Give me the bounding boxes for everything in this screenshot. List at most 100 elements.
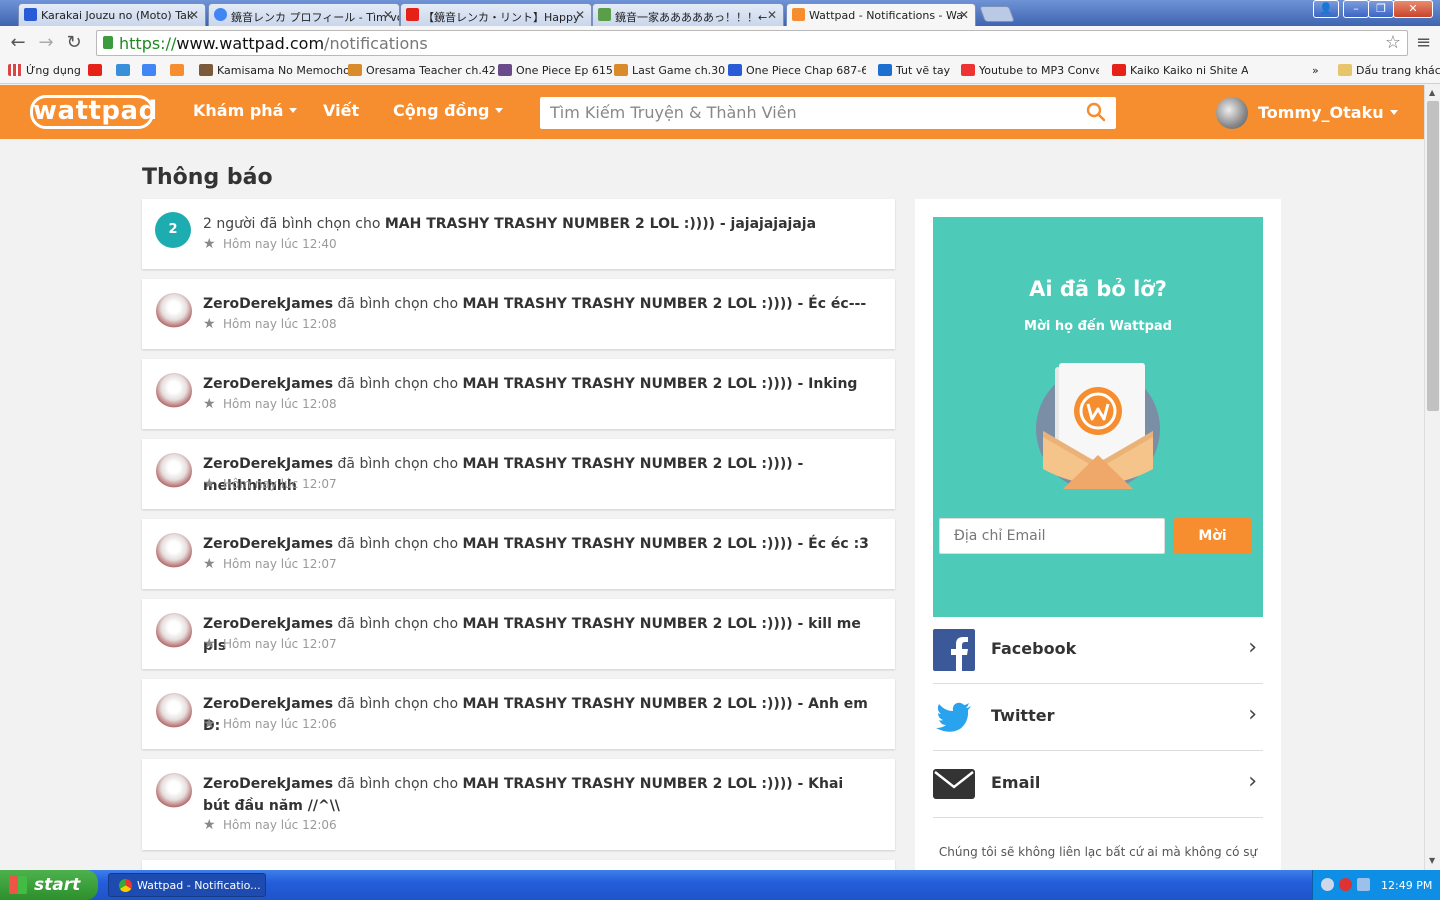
nav-label: Cộng đồng (393, 101, 490, 120)
bookmark-star-icon[interactable]: ☆ (1385, 32, 1401, 53)
notification-item[interactable]: ZeroDerekJames đã bình chọn cho MAH TRAS… (142, 599, 895, 669)
avatar[interactable] (156, 533, 192, 569)
close-tab-icon[interactable]: ✕ (575, 8, 585, 22)
share-facebook[interactable]: Facebook › (933, 617, 1263, 684)
time-label: Hôm nay lúc 12:40 (223, 237, 337, 251)
other-bookmarks[interactable]: Dấu trang khác (1338, 64, 1440, 77)
avatar[interactable] (156, 693, 192, 729)
new-tab-button[interactable] (979, 6, 1015, 22)
close-tab-icon[interactable]: ✕ (959, 8, 969, 22)
avatar[interactable] (156, 373, 192, 409)
actor-link[interactable]: ZeroDerekJames (203, 616, 333, 632)
invite-button[interactable]: Mời (1173, 518, 1252, 554)
notification-time: ★ Hôm nay lúc 12:40 (203, 236, 337, 252)
browser-tab[interactable]: Karakai Jouzu no (Moto) Tak ✕ (18, 3, 206, 26)
network-icon[interactable] (1357, 878, 1370, 891)
close-tab-icon[interactable]: ✕ (767, 8, 777, 22)
close-tab-icon[interactable]: ✕ (189, 8, 199, 22)
star-icon: ★ (203, 636, 216, 652)
story-link[interactable]: MAH TRASHY TRASHY NUMBER 2 LOL :)))) - É… (462, 536, 868, 552)
notification-item[interactable]: ZeroDerekJames đã bình chọn cho MAH TRAS… (142, 359, 895, 429)
bookmark-item[interactable]: Kaiko Kaiko ni Shite Ai Ga (1112, 64, 1248, 77)
search-bar (540, 97, 1116, 129)
notification-item[interactable]: ZeroDerekJames đã bình chọn cho MAH TRAS… (142, 439, 895, 509)
bookmark-item[interactable] (116, 64, 134, 77)
caret-down-icon (495, 108, 504, 113)
close-window-button[interactable]: ✕ (1393, 0, 1433, 18)
minimize-button[interactable]: – (1343, 0, 1369, 18)
actor-link[interactable]: ZeroDerekJames (203, 456, 333, 472)
bookmark-apps[interactable]: Ứng dụng (8, 64, 81, 77)
actor-link[interactable]: ZeroDerekJames (203, 376, 333, 392)
notification-item[interactable]: ZeroDerekJames đã bình chọn cho MAH TRAS… (142, 679, 895, 749)
scroll-up-icon[interactable]: ▲ (1429, 88, 1435, 97)
scroll-down-icon[interactable]: ▼ (1429, 856, 1435, 865)
menu-icon[interactable]: ≡ (1416, 32, 1431, 53)
nav-write[interactable]: Viết (323, 101, 359, 120)
tray-arrow-icon[interactable] (1321, 878, 1334, 891)
avatar[interactable] (156, 453, 192, 489)
restore-button[interactable]: ❐ (1368, 0, 1394, 18)
bookmark-translate[interactable] (142, 64, 160, 77)
back-icon[interactable]: ← (8, 32, 28, 53)
bookmark-item[interactable]: Kamisama No Memochou (199, 64, 357, 77)
nav-community[interactable]: Cộng đồng (393, 101, 504, 120)
search-icon[interactable] (1086, 102, 1106, 122)
actor-link[interactable]: ZeroDerekJames (203, 776, 333, 792)
actor-link[interactable]: ZeroDerekJames (203, 296, 333, 312)
browser-tab[interactable]: 鏡音レンカ プロフィール - Tìm với ✕ (208, 3, 400, 26)
notification-prefix: đã bình chọn cho (333, 616, 463, 632)
wattpad-logo[interactable]: wattpad (30, 95, 157, 129)
close-tab-icon[interactable]: ✕ (383, 8, 393, 22)
forward-icon[interactable]: → (36, 32, 56, 53)
bookmark-item[interactable]: Youtube to MP3 Convert (961, 64, 1099, 77)
share-twitter[interactable]: Twitter › (933, 684, 1263, 751)
start-button[interactable]: start (0, 870, 98, 900)
browser-tab[interactable]: 【鏡音レンカ・リント】Happy ✕ (400, 3, 592, 26)
nav-discover[interactable]: Khám phá (193, 101, 298, 120)
notification-item[interactable]: 2 2 người đã bình chọn cho MAH TRASHY TR… (142, 199, 895, 269)
browser-tab-active[interactable]: Wattpad - Notifications - Wa ✕ (786, 3, 976, 26)
share-email[interactable]: Email › (933, 751, 1263, 818)
avatar[interactable] (156, 773, 192, 809)
bookmark-item[interactable]: Tut vẽ tay (878, 64, 950, 77)
avatar[interactable] (156, 293, 192, 329)
profile-icon[interactable]: 👤 (1313, 0, 1339, 18)
notification-item[interactable]: ZeroDerekJames đã bình chọn cho MAH TRAS… (142, 759, 895, 850)
wattpad-icon (170, 64, 184, 76)
bookmark-item[interactable]: Last Game ch.30 (614, 64, 725, 77)
translate-icon (142, 64, 156, 76)
bookmarks-more-button[interactable]: » (1312, 64, 1319, 77)
taskbar-window-button[interactable]: Wattpad - Notificatio... (108, 873, 266, 897)
story-link[interactable]: MAH TRASHY TRASHY NUMBER 2 LOL :)))) - j… (385, 216, 816, 232)
invite-envelope-icon (1036, 363, 1160, 489)
twitter-icon (936, 702, 971, 732)
invite-email-input[interactable] (939, 518, 1165, 554)
bookmark-item[interactable]: Oresama Teacher ch.42 (348, 64, 496, 77)
story-link[interactable]: MAH TRASHY TRASHY NUMBER 2 LOL :)))) - É… (462, 296, 866, 312)
notification-item[interactable] (142, 860, 895, 870)
avatar (1216, 97, 1248, 129)
bookmark-youtube[interactable] (88, 64, 106, 77)
antivirus-icon[interactable] (1339, 878, 1352, 891)
page-scrollbar[interactable]: ▲ ▼ (1424, 85, 1440, 870)
browser-tab[interactable]: 鏡音一家あああああっ！！！← ✕ (592, 3, 784, 26)
address-bar[interactable]: https://www.wattpad.com/notifications ☆ (96, 30, 1408, 56)
bookmark-item[interactable]: One Piece Ep 615 (498, 64, 613, 77)
notification-item[interactable]: ZeroDerekJames đã bình chọn cho MAH TRAS… (142, 519, 895, 589)
notification-time: ★ Hôm nay lúc 12:06 (203, 817, 337, 833)
clock: 12:49 PM (1381, 879, 1433, 892)
actor-link[interactable]: ZeroDerekJames (203, 696, 333, 712)
notification-item[interactable]: ZeroDerekJames đã bình chọn cho MAH TRAS… (142, 279, 895, 349)
reload-icon[interactable]: ↻ (64, 32, 84, 53)
scrollbar-thumb[interactable] (1427, 101, 1439, 411)
bookmark-wattpad[interactable] (170, 64, 188, 77)
actor-link[interactable]: ZeroDerekJames (203, 536, 333, 552)
email-icon (933, 769, 975, 799)
search-input[interactable] (540, 97, 1060, 127)
bookmark-label: Kamisama No Memochou (217, 64, 357, 77)
star-icon: ★ (203, 556, 216, 572)
avatar[interactable] (156, 613, 192, 649)
bookmark-item[interactable]: One Piece Chap 687-688 (728, 64, 866, 77)
story-link[interactable]: MAH TRASHY TRASHY NUMBER 2 LOL :)))) - I… (462, 376, 857, 392)
